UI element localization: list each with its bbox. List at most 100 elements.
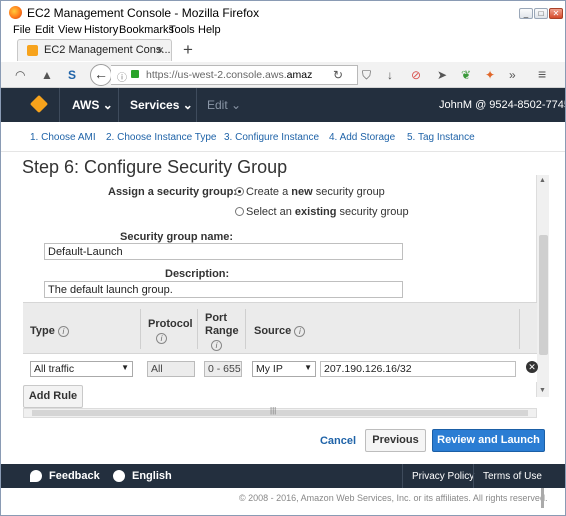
step-configure-instance[interactable]: 3. Configure Instance	[224, 132, 319, 143]
navigation-bar: ◠ ▲ S ← ⓘ https://us-west-2.console.aws.…	[1, 62, 565, 88]
horizontal-scrollbar[interactable]: |||	[23, 406, 537, 418]
page-scrollbar[interactable]	[541, 488, 544, 508]
services-menu[interactable]: Services ⌄	[130, 98, 193, 112]
chevron-down-icon: ⌄	[102, 98, 113, 112]
url-bar[interactable]: ⓘ https://us-west-2.console.aws.amazon. …	[111, 65, 358, 85]
maximize-button[interactable]: □	[534, 8, 548, 19]
step-choose-ami[interactable]: 1. Choose AMI	[30, 132, 96, 143]
table-row: All traffic ▼ All 0 - 655: My IP ▼ 207.190…	[23, 354, 538, 382]
page-title: Step 6: Configure Security Group	[22, 157, 288, 177]
main-content: Step 6: Configure Security Group ▲ ▼ Ass…	[1, 152, 565, 464]
scrollbar-thumb[interactable]	[32, 410, 528, 416]
source-type-select[interactable]: My IP ▼	[252, 361, 316, 377]
tab-title: EC2 Management Cons...	[44, 44, 171, 56]
feedback-icon	[30, 470, 42, 482]
protocol-field: All	[147, 361, 195, 377]
dropdown-arrow-icon: ▼	[121, 363, 129, 372]
menu-edit[interactable]: Edit	[35, 24, 54, 36]
aws-footer: Feedback English Privacy Policy Terms of…	[1, 464, 565, 488]
chevron-down-icon: ⌄	[231, 98, 242, 112]
menu-history[interactable]: History	[84, 24, 118, 36]
sg-name-label: Security group name:	[120, 231, 234, 243]
sg-name-input[interactable]: Default-Launch	[44, 243, 403, 260]
step-choose-instance-type[interactable]: 2. Choose Instance Type	[106, 132, 216, 143]
aws-logo-icon[interactable]	[29, 94, 49, 114]
close-window-button[interactable]: ✕	[549, 8, 563, 19]
description-input[interactable]: The default launch group.	[44, 281, 403, 298]
col-type: Type i	[30, 325, 69, 338]
minimize-button[interactable]: _	[519, 8, 533, 19]
scroll-up-icon[interactable]: ▲	[539, 177, 546, 184]
reader-icon[interactable]: ▲	[41, 68, 53, 82]
step-add-storage[interactable]: 4. Add Storage	[329, 132, 395, 143]
radio-select-existing[interactable]	[235, 207, 244, 216]
firefox-window: EC2 Management Console - Mozilla Firefox…	[0, 0, 566, 516]
edit-menu[interactable]: Edit ⌄	[207, 98, 241, 112]
info-icon[interactable]: ⓘ	[117, 69, 127, 84]
step-tag-instance[interactable]: 5. Tag Instance	[407, 132, 475, 143]
send-icon[interactable]: ➤	[437, 68, 447, 82]
privacy-policy-link[interactable]: Privacy Policy	[412, 471, 474, 482]
globe-icon	[113, 470, 125, 482]
leaf-icon[interactable]: ❦	[461, 68, 471, 82]
col-source: Source i	[254, 325, 306, 338]
terms-of-use-link[interactable]: Terms of Use	[483, 471, 542, 482]
title-bar: EC2 Management Console - Mozilla Firefox…	[1, 1, 565, 23]
aws-menu[interactable]: AWS ⌄	[72, 98, 113, 112]
review-and-launch-button[interactable]: Review and Launch	[432, 429, 545, 452]
scroll-down-icon[interactable]: ▼	[539, 387, 546, 394]
copyright-bar: © 2008 - 2016, Amazon Web Services, Inc.…	[1, 488, 565, 515]
rules-table-header: Type i Protocol i Port Range i Source i	[23, 302, 537, 354]
menu-bar: File Edit View History Bookmarks Tools H…	[1, 23, 565, 38]
scrollbar-thumb[interactable]	[539, 235, 548, 355]
block-icon[interactable]: ⊘	[411, 68, 421, 82]
url-text[interactable]: https://us-west-2.console.aws.amazon.	[146, 69, 312, 81]
back-button[interactable]: ←	[90, 64, 112, 86]
aws-favicon-icon	[27, 45, 38, 56]
tab-strip: EC2 Management Cons... × +	[1, 38, 565, 62]
tab-close-icon[interactable]: ×	[157, 43, 164, 57]
previous-button[interactable]: Previous	[365, 429, 426, 452]
info-icon[interactable]: i	[211, 340, 222, 351]
account-menu[interactable]: JohnM @ 9524-8502-7745	[439, 99, 565, 111]
aws-header: AWS ⌄ Services ⌄ Edit ⌄ JohnM @ 9524-850…	[1, 88, 565, 122]
firefox-icon	[9, 6, 22, 19]
menu-view[interactable]: View	[58, 24, 82, 36]
overflow-icon[interactable]: »	[509, 68, 516, 82]
feedback-link[interactable]: Feedback	[49, 470, 100, 482]
radio-select-existing-label[interactable]: Select an existing security group	[246, 206, 409, 218]
language-selector[interactable]: English	[132, 470, 172, 482]
radio-create-new-label[interactable]: Create a new security group	[246, 186, 385, 198]
port-range-field: 0 - 655:	[204, 361, 242, 377]
info-icon[interactable]: i	[57, 325, 69, 337]
menu-tools[interactable]: Tools	[169, 24, 195, 36]
source-ip-input[interactable]: 207.190.126.16/32	[320, 361, 516, 377]
addon-icon[interactable]: ✦	[485, 68, 495, 82]
assign-sg-label: Assign a security group:	[108, 186, 237, 198]
window-title: EC2 Management Console - Mozilla Firefox	[27, 6, 260, 20]
remove-rule-icon[interactable]: ✕	[526, 361, 538, 373]
add-rule-button[interactable]: Add Rule	[23, 385, 83, 408]
menu-help[interactable]: Help	[198, 24, 221, 36]
pocket-icon[interactable]: ⛉	[362, 68, 371, 83]
menu-bookmarks[interactable]: Bookmarks	[119, 24, 174, 36]
vertical-scrollbar[interactable]: ▲ ▼	[536, 175, 549, 397]
wizard-steps: 1. Choose AMI 2. Choose Instance Type 3.…	[1, 122, 565, 152]
tab-ec2-console[interactable]: EC2 Management Cons... ×	[17, 39, 172, 61]
lock-icon	[131, 70, 139, 78]
cancel-button[interactable]: Cancel	[314, 430, 362, 452]
col-protocol: Protocol i	[148, 318, 193, 344]
hamburger-menu-icon[interactable]: ≡	[538, 66, 546, 82]
chevron-down-icon: ⌄	[182, 98, 193, 112]
new-tab-icon[interactable]: +	[183, 40, 193, 60]
download-icon[interactable]: ↓	[387, 68, 393, 82]
radio-create-new[interactable]	[235, 187, 244, 196]
info-icon[interactable]: i	[294, 325, 306, 337]
menu-file[interactable]: File	[13, 24, 31, 36]
info-icon[interactable]: i	[156, 333, 167, 344]
s-extension-icon[interactable]: S	[68, 68, 76, 82]
dropdown-arrow-icon: ▼	[304, 363, 312, 372]
rss-icon[interactable]: ◠	[15, 68, 25, 82]
type-select[interactable]: All traffic ▼	[30, 361, 133, 377]
reload-icon[interactable]: ↻	[333, 68, 343, 82]
